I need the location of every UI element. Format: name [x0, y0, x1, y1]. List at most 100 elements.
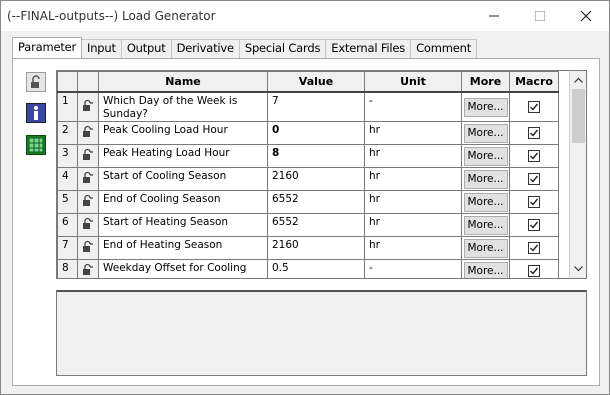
minimize-icon	[489, 15, 499, 17]
parameter-name: Start of Heating Season	[98, 213, 268, 237]
macro-checkbox[interactable]	[528, 265, 540, 277]
row-lock[interactable]	[77, 236, 99, 260]
row-number: 5	[57, 190, 78, 214]
row-number: 4	[57, 167, 78, 191]
table-view-button[interactable]	[26, 135, 46, 155]
parameter-value[interactable]: 8	[267, 144, 365, 168]
parameter-unit: hr	[364, 121, 462, 145]
table-row[interactable]: 3 Peak Heating Load Hour 8 hr More...	[57, 144, 559, 168]
table-row[interactable]: 1 Which Day of the Week is Sunday? 7- More.…	[57, 91, 559, 122]
macro-checkbox[interactable]	[528, 150, 540, 162]
chevron-down-icon	[573, 266, 583, 272]
macro-checkbox[interactable]	[528, 219, 540, 231]
maximize-icon	[535, 11, 545, 21]
info-button[interactable]	[26, 103, 46, 123]
parameter-grid: Name Value Unit More Macro 1 Which Day of…	[56, 70, 587, 279]
unlock-icon	[82, 263, 95, 278]
more-button[interactable]: More...	[463, 147, 508, 166]
tab-comment[interactable]: Comment	[410, 39, 478, 58]
parameter-name: Which Day of the Week is Sunday?	[98, 91, 268, 122]
tab-input[interactable]: Input	[81, 39, 122, 58]
parameter-unit: -	[364, 259, 462, 278]
table-row[interactable]: 8 Weekday Offset for Cooling 0.5- More...	[57, 259, 559, 278]
column-header-macro[interactable]: Macro	[509, 71, 559, 93]
tab-output[interactable]: Output	[120, 39, 172, 58]
row-number: 3	[57, 144, 78, 168]
maximize-button	[517, 1, 563, 31]
lock-toggle-button[interactable]	[26, 72, 46, 92]
unlock-icon	[82, 217, 95, 233]
scroll-thumb[interactable]	[572, 89, 585, 143]
row-lock[interactable]	[77, 259, 99, 278]
parameter-unit: hr	[364, 144, 462, 168]
row-lock[interactable]	[77, 121, 99, 145]
table-row[interactable]: 2 Peak Cooling Load Hour 0 hr More...	[57, 121, 559, 145]
parameter-name: End of Heating Season	[98, 236, 268, 260]
more-button[interactable]: More...	[463, 239, 508, 258]
parameter-value[interactable]: 2160	[267, 167, 365, 191]
title-bar: (--FINAL-outputs--) Load Generator	[1, 1, 609, 31]
parameter-name: Start of Cooling Season	[98, 167, 268, 191]
macro-checkbox[interactable]	[528, 100, 540, 113]
more-button[interactable]: More...	[463, 193, 508, 212]
parameter-value[interactable]: 0	[267, 121, 365, 145]
parameter-unit: hr	[364, 213, 462, 237]
parameter-name: Peak Cooling Load Hour	[98, 121, 268, 145]
minimize-button[interactable]	[471, 1, 517, 31]
row-lock[interactable]	[77, 213, 99, 237]
table-row[interactable]: 5 End of Cooling Season 6552 hr More...	[57, 190, 559, 214]
row-number: 6	[57, 213, 78, 237]
row-number: 7	[57, 236, 78, 260]
row-number: 1	[57, 91, 78, 122]
more-button[interactable]: More...	[463, 97, 508, 117]
parameter-name: End of Cooling Season	[98, 190, 268, 214]
more-button[interactable]: More...	[463, 262, 508, 278]
column-header-name[interactable]: Name	[98, 71, 268, 93]
row-lock[interactable]	[77, 167, 99, 191]
parameter-value[interactable]: 7	[267, 91, 365, 122]
column-header-value[interactable]: Value	[267, 71, 365, 93]
description-box	[56, 290, 587, 376]
parameter-panel: Name Value Unit More Macro 1 Which Day of…	[12, 58, 600, 386]
unlock-icon	[82, 194, 95, 210]
macro-checkbox[interactable]	[528, 127, 540, 139]
macro-checkbox[interactable]	[528, 242, 540, 254]
parameter-value[interactable]: 0.5	[267, 259, 365, 278]
window-title: (--FINAL-outputs--) Load Generator	[7, 9, 216, 23]
parameter-name: Weekday Offset for Cooling	[98, 259, 268, 278]
grid-scrollbar[interactable]	[569, 70, 587, 279]
macro-checkbox[interactable]	[528, 173, 540, 185]
tab-parameter[interactable]: Parameter	[12, 37, 83, 58]
more-button[interactable]: More...	[463, 216, 508, 235]
tab-special-cards[interactable]: Special Cards	[238, 39, 327, 58]
parameter-name: Peak Heating Load Hour	[98, 144, 268, 168]
column-header-more[interactable]: More	[461, 71, 510, 93]
row-lock[interactable]	[77, 91, 99, 122]
parameter-unit: hr	[364, 167, 462, 191]
row-lock[interactable]	[77, 144, 99, 168]
table-row[interactable]: 4 Start of Cooling Season 2160 hr More...	[57, 167, 559, 191]
unlock-icon	[82, 240, 95, 256]
parameter-unit: hr	[364, 190, 462, 214]
tab-derivative[interactable]: Derivative	[170, 39, 240, 58]
column-header-unit[interactable]: Unit	[364, 71, 462, 93]
tab-bar: Parameter Input Output Derivative Special Ca…	[12, 37, 478, 58]
table-row[interactable]: 7 End of Heating Season 2160 hr More...	[57, 236, 559, 260]
more-button[interactable]: More...	[463, 124, 508, 143]
table-row[interactable]: 6 Start of Heating Season 6552 hr More...	[57, 213, 559, 237]
parameter-value[interactable]: 2160	[267, 236, 365, 260]
row-lock[interactable]	[77, 190, 99, 214]
row-number: 2	[57, 121, 78, 145]
scroll-down-button[interactable]	[570, 261, 586, 277]
parameter-unit: hr	[364, 236, 462, 260]
scroll-up-button[interactable]	[570, 72, 586, 88]
more-button[interactable]: More...	[463, 170, 508, 189]
parameter-value[interactable]: 6552	[267, 190, 365, 214]
tab-external-files[interactable]: External Files	[325, 39, 412, 58]
parameter-value[interactable]: 6552	[267, 213, 365, 237]
row-number: 8	[57, 259, 78, 278]
table-icon	[28, 137, 44, 153]
macro-checkbox[interactable]	[528, 196, 540, 208]
unlock-icon	[82, 148, 95, 164]
close-button[interactable]	[563, 1, 609, 31]
